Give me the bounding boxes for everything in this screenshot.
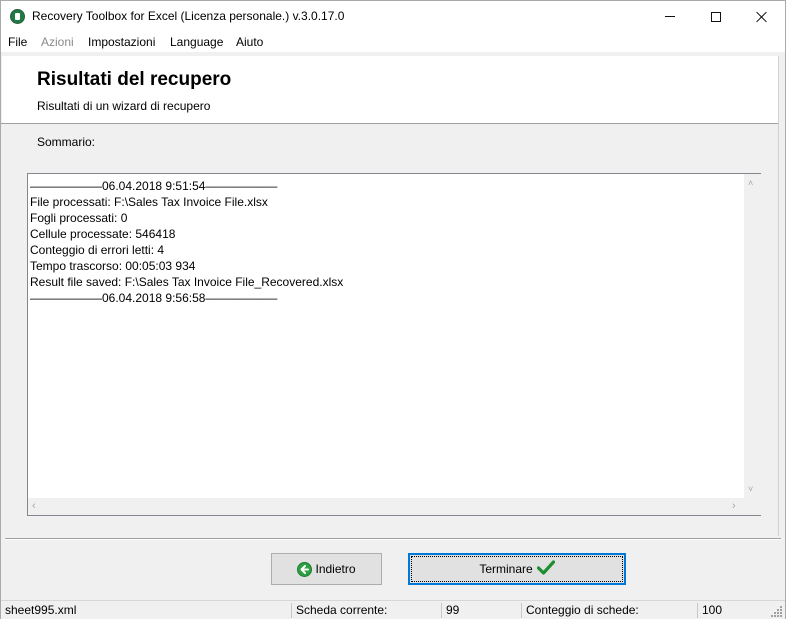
horizontal-scrollbar[interactable]: ‹ › (28, 498, 744, 515)
back-button-label: Indietro (315, 562, 356, 576)
panel-edge (778, 56, 779, 536)
menu-help[interactable]: Aiuto (236, 35, 263, 49)
scroll-right-icon[interactable]: › (732, 501, 736, 512)
menu-file[interactable]: File (8, 35, 27, 49)
close-button[interactable] (739, 1, 785, 32)
log-line: Fogli processati: 0 (30, 211, 128, 225)
footer-divider (5, 538, 781, 540)
app-window: Recovery Toolbox for Excel (Licenza pers… (0, 0, 786, 619)
minimize-icon (665, 16, 675, 17)
status-current-sheet-value: 99 (446, 603, 460, 617)
scroll-up-icon[interactable]: ˄ (748, 179, 753, 188)
menu-actions[interactable]: Azioni (41, 35, 74, 49)
log-line: Result file saved: F:\Sales Tax Invoice … (30, 275, 344, 289)
status-sheet-count-value: 100 (702, 603, 723, 617)
close-icon (756, 11, 768, 23)
summary-log-lines: ——————06.04.2018 9:51:54—————— File proc… (30, 178, 742, 306)
scroll-down-icon[interactable]: ˅ (748, 485, 753, 494)
status-sheet-count-label: Conteggio di schede: (526, 603, 639, 617)
finish-button-label: Terminare (479, 562, 533, 576)
menu-settings[interactable]: Impostazioni (88, 35, 155, 49)
log-line: ——————06.04.2018 9:51:54—————— (30, 179, 278, 193)
log-line: Tempo trascorso: 00:05:03 934 (30, 259, 196, 273)
resize-grip-icon[interactable] (771, 606, 783, 618)
window-title: Recovery Toolbox for Excel (Licenza pers… (32, 9, 345, 23)
status-bar: sheet995.xml Scheda corrente: 99 Contegg… (1, 600, 785, 619)
status-file: sheet995.xml (5, 603, 77, 617)
page-title: Risultati del recupero (37, 69, 232, 90)
summary-label: Sommario: (37, 135, 96, 149)
checkmark-icon (536, 560, 555, 578)
vertical-scrollbar[interactable]: ˄ ˅ (744, 174, 761, 498)
maximize-icon (711, 11, 721, 22)
scroll-left-icon[interactable]: ‹ (32, 501, 36, 512)
maximize-button[interactable] (693, 1, 739, 32)
status-current-sheet-label: Scheda corrente: (296, 603, 388, 617)
page-subtitle: Risultati di un wizard di recupero (37, 99, 211, 113)
log-line: File processati: F:\Sales Tax Invoice Fi… (30, 195, 268, 209)
finish-button[interactable]: Terminare (408, 553, 626, 585)
arrow-left-circle-icon (297, 561, 313, 577)
header-divider (1, 123, 779, 124)
menu-language[interactable]: Language (170, 35, 223, 49)
wizard-header: Risultati del recupero Risultati di un w… (2, 56, 778, 123)
back-button[interactable]: Indietro (271, 553, 382, 585)
log-line: ——————06.04.2018 9:56:58—————— (30, 291, 278, 305)
minimize-button[interactable] (647, 1, 693, 32)
scrollbar-corner (744, 498, 761, 515)
app-icon (10, 9, 25, 24)
log-line: Conteggio di errori letti: 4 (30, 243, 165, 257)
log-line: Cellule processate: 546418 (30, 227, 176, 241)
summary-log[interactable]: ——————06.04.2018 9:51:54—————— File proc… (27, 173, 761, 516)
menu-bar: File Azioni Impostazioni Language Aiuto (1, 32, 785, 52)
title-bar: Recovery Toolbox for Excel (Licenza pers… (1, 1, 785, 32)
